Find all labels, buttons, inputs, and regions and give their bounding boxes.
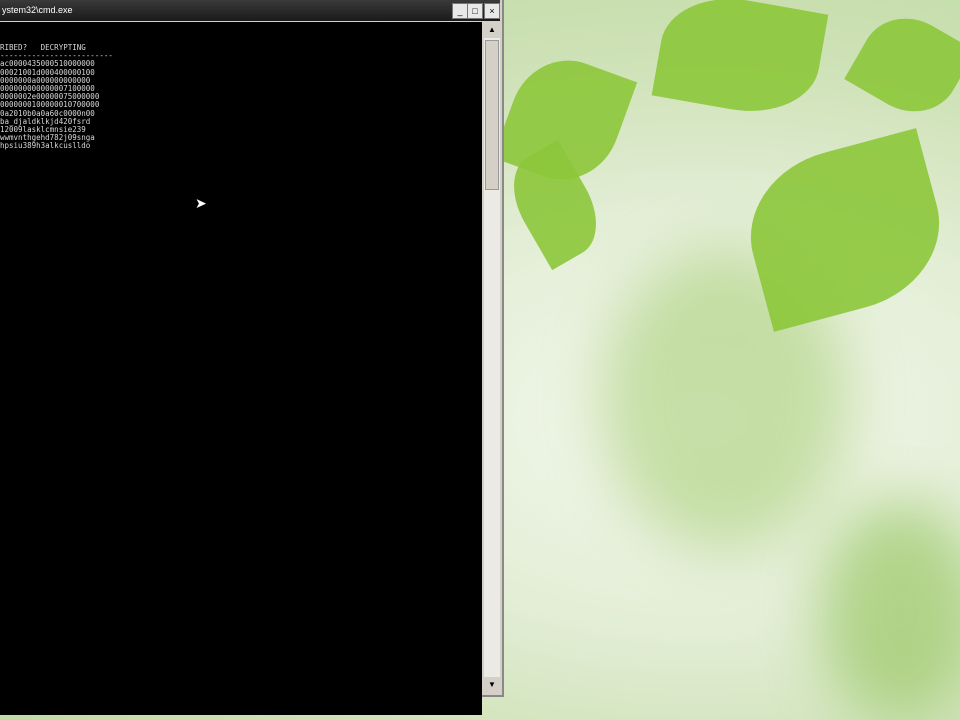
console-output[interactable]: RIBED? DECRYPTING -----------------------… xyxy=(0,22,482,715)
console-line: hpsiu389h3alkcuslldo xyxy=(0,141,91,151)
close-button[interactable]: × xyxy=(484,3,500,19)
window-title: ystem32\cmd.exe xyxy=(2,5,73,15)
minimize-button[interactable]: _ xyxy=(452,3,468,19)
leaf-decoration xyxy=(732,128,958,332)
leaf-decoration xyxy=(844,1,960,129)
scroll-thumb[interactable] xyxy=(485,40,499,190)
scroll-up-button[interactable]: ▲ xyxy=(484,22,500,38)
cmd-window: ystem32\cmd.exe _ □ × RIBED? DECRYPTING -… xyxy=(0,0,504,715)
mouse-pointer-icon: ➤ xyxy=(195,195,207,211)
vertical-scrollbar[interactable]: ▲ ▼ xyxy=(484,22,500,693)
leaf-decoration xyxy=(651,0,829,124)
title-bar[interactable]: ystem32\cmd.exe _ □ × xyxy=(0,0,500,21)
maximize-button[interactable]: □ xyxy=(467,3,483,19)
scroll-down-button[interactable]: ▼ xyxy=(484,677,500,693)
